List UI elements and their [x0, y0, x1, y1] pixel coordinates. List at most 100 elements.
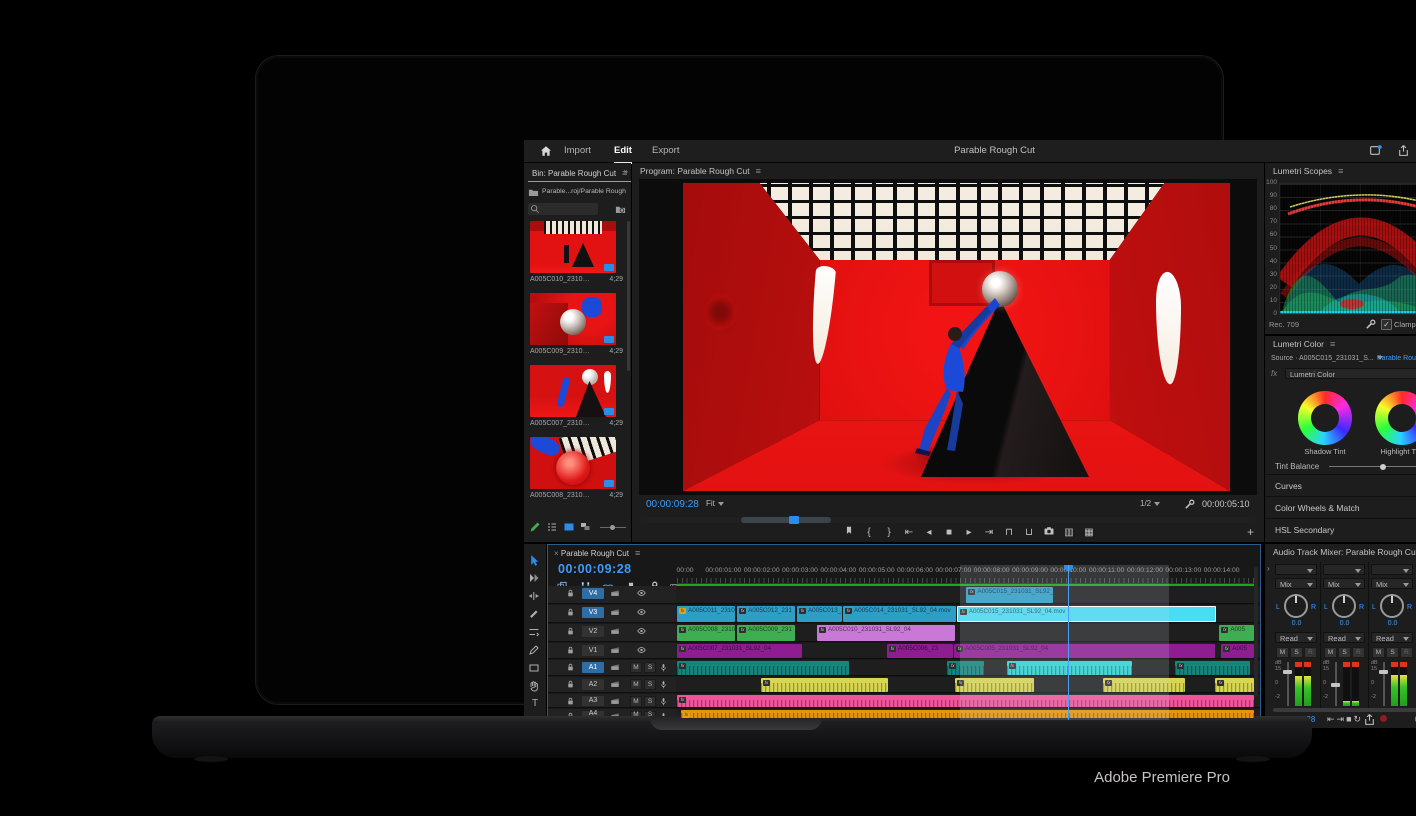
- tint-balance-slider[interactable]: [1329, 466, 1416, 467]
- video-clip[interactable]: A005C008_2310fx: [677, 625, 735, 641]
- lumetri-section-hsl-secondary[interactable]: HSL Secondary✓: [1265, 518, 1416, 541]
- breadcrumb[interactable]: Parable...roj/Parable Rough Cut: [542, 188, 628, 195]
- channel-fader[interactable]: [1287, 662, 1289, 706]
- automation-select[interactable]: Read: [1371, 632, 1413, 643]
- lumetri-sequence-link[interactable]: Parable Rough Cut · A005C0...: [1377, 355, 1416, 362]
- razor-tool[interactable]: [528, 608, 542, 622]
- mixer-loop-icon[interactable]: ↻: [1354, 714, 1364, 724]
- pan-value[interactable]: 0.0: [1321, 620, 1368, 627]
- channel-r-button[interactable]: R: [1352, 647, 1365, 658]
- video-clip[interactable]: A005C012_231fx: [737, 606, 794, 622]
- freeform-view-icon[interactable]: [580, 521, 592, 533]
- step-back-button[interactable]: ◂: [920, 525, 938, 541]
- type-tool[interactable]: T: [528, 698, 542, 712]
- scrubber-playhead[interactable]: [789, 516, 799, 524]
- pan-value[interactable]: 0.0: [1273, 620, 1320, 627]
- effect-preset-select[interactable]: Lumetri Color: [1285, 368, 1416, 379]
- mixer-hscrollbar[interactable]: [1273, 708, 1416, 712]
- go-to-out-button[interactable]: ⇥: [980, 525, 998, 541]
- list-view-icon[interactable]: [546, 521, 558, 533]
- pan-value[interactable]: 0.0: [1369, 620, 1416, 627]
- zoom-slider-handle[interactable]: [610, 525, 615, 530]
- fader-handle[interactable]: [1379, 670, 1388, 674]
- channel-s-button[interactable]: S: [1386, 647, 1399, 658]
- lumetri-source-select[interactable]: Source · A005C015_231031_S...: [1271, 355, 1383, 362]
- add-marker-button[interactable]: [840, 525, 858, 541]
- channel-m-button[interactable]: M: [1324, 647, 1337, 658]
- track-select-tool[interactable]: [528, 572, 542, 586]
- audio-clip[interactable]: fx: [761, 678, 888, 692]
- extract-button[interactable]: ⊔: [1020, 525, 1038, 541]
- scrubber-zoom-range[interactable]: [741, 517, 831, 523]
- bin-clip-thumbnail[interactable]: [530, 293, 616, 345]
- overwrite-button[interactable]: ▦: [1080, 525, 1098, 541]
- clamp-signal-checkbox[interactable]: ✓: [1381, 319, 1392, 330]
- playback-resolution-select[interactable]: 1/2: [1140, 499, 1160, 508]
- automation-select[interactable]: Read: [1275, 632, 1317, 643]
- settings-wrench-icon[interactable]: [1184, 499, 1195, 510]
- mixer-expand-icon[interactable]: ›: [1267, 564, 1270, 573]
- mark-in-button[interactable]: {: [860, 525, 878, 541]
- mixer-go-to-in-icon[interactable]: ⇤: [1327, 714, 1337, 724]
- video-clip[interactable]: A005C011_2310fx: [677, 606, 735, 622]
- zoom-level-select[interactable]: Fit: [706, 499, 724, 508]
- mixer-record-icon[interactable]: [1380, 715, 1387, 722]
- channel-m-button[interactable]: M: [1276, 647, 1289, 658]
- automation-select[interactable]: Read: [1323, 632, 1365, 643]
- mark-out-button[interactable]: }: [880, 525, 898, 541]
- bin-clip-thumbnail[interactable]: [530, 365, 616, 417]
- pan-knob[interactable]: [1284, 594, 1308, 618]
- program-timecode[interactable]: 00:00:09:28: [646, 499, 699, 510]
- video-clip[interactable]: A005C006_23fx: [887, 644, 953, 658]
- bin-tab[interactable]: Bin: Parable Rough Cut≡: [528, 165, 631, 182]
- channel-s-button[interactable]: S: [1338, 647, 1351, 658]
- bus-select[interactable]: Mix: [1275, 578, 1317, 589]
- lift-button[interactable]: ⊓: [1000, 525, 1018, 541]
- program-scrubber[interactable]: [640, 517, 1256, 523]
- audio-clip[interactable]: fx: [1215, 678, 1254, 692]
- step-forward-button[interactable]: ▸: [960, 525, 978, 541]
- bin-clip-thumbnail[interactable]: [530, 221, 616, 273]
- go-to-in-button[interactable]: ⇤: [900, 525, 918, 541]
- slip-tool[interactable]: [528, 626, 542, 640]
- pan-knob[interactable]: [1332, 594, 1356, 618]
- video-clip[interactable]: A005C010_231031_SL92_04fx: [817, 625, 955, 641]
- channel-s-button[interactable]: S: [1290, 647, 1303, 658]
- video-clip[interactable]: A005C009_231fx: [737, 625, 794, 641]
- mixer-stop-icon[interactable]: ■: [1346, 714, 1353, 724]
- export-frame-button[interactable]: [1040, 525, 1058, 541]
- shadow-tint-wheel[interactable]: [1298, 391, 1352, 445]
- rectangle-tool[interactable]: [528, 662, 542, 676]
- highlight-tint-wheel[interactable]: [1375, 391, 1416, 445]
- input-select[interactable]: [1275, 564, 1317, 575]
- video-clip[interactable]: A005fx: [1219, 625, 1253, 641]
- bus-select[interactable]: Mix: [1371, 578, 1413, 589]
- video-clip[interactable]: A005C014_231031_SL92_04.movfx: [843, 606, 956, 622]
- share-icon[interactable]: [1397, 144, 1411, 158]
- zoom-slider[interactable]: [600, 527, 626, 528]
- pen-tool[interactable]: [528, 644, 542, 658]
- quick-export-icon[interactable]: [1369, 144, 1383, 158]
- bus-select[interactable]: Mix: [1323, 578, 1365, 589]
- lumetri-section-color-wheels-match[interactable]: Color Wheels & Match✓: [1265, 496, 1416, 519]
- bin-scrollbar[interactable]: [627, 221, 630, 371]
- button-editor-plus[interactable]: +: [1247, 525, 1254, 539]
- insert-button[interactable]: ▥: [1060, 525, 1078, 541]
- program-panel-header[interactable]: Program: Parable Rough Cut≡: [632, 163, 1264, 179]
- input-select[interactable]: [1323, 564, 1365, 575]
- video-clip[interactable]: A005fx: [1221, 644, 1254, 658]
- fader-handle[interactable]: [1331, 683, 1340, 687]
- lumetri-panel-header[interactable]: Lumetri Color≡: [1265, 336, 1416, 352]
- channel-m-button[interactable]: M: [1372, 647, 1385, 658]
- pan-knob[interactable]: [1380, 594, 1404, 618]
- ripple-edit-tool[interactable]: [528, 590, 542, 604]
- input-select[interactable]: [1371, 564, 1413, 575]
- scopes-panel-header[interactable]: Lumetri Scopes≡: [1265, 163, 1416, 179]
- mixer-go-to-out-icon[interactable]: ⇥: [1337, 714, 1347, 724]
- lumetri-section-curves[interactable]: Curves✓: [1265, 474, 1416, 497]
- channel-r-button[interactable]: R: [1304, 647, 1317, 658]
- video-clip[interactable]: A005C007_231031_SL92_04fx: [677, 644, 802, 658]
- selection-tool[interactable]: [528, 554, 542, 568]
- bin-clip-thumbnail[interactable]: [530, 437, 616, 489]
- audio-clip[interactable]: fx: [677, 661, 849, 675]
